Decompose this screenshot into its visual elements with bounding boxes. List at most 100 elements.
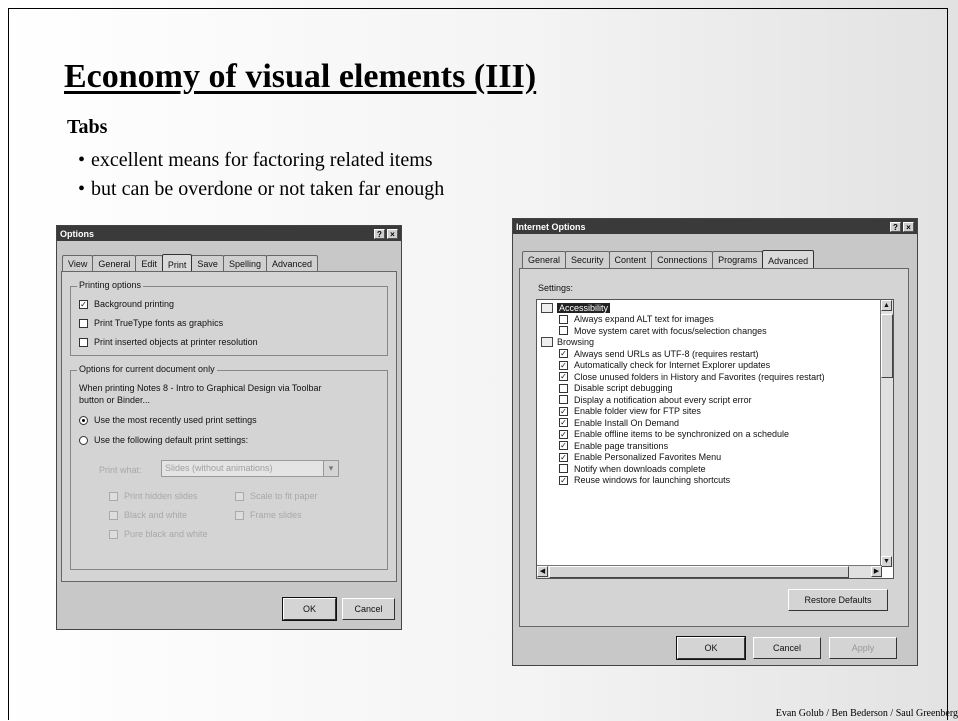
- settings-option[interactable]: Display a notification about every scrip…: [559, 394, 752, 406]
- scroll-left-icon[interactable]: ◀: [537, 566, 548, 577]
- settings-option[interactable]: ✓ Enable Install On Demand: [559, 417, 679, 429]
- print-what-label: Print what:: [99, 465, 142, 475]
- checkbox-disabled[interactable]: [109, 491, 118, 501]
- restore-defaults-button[interactable]: Restore Defaults: [788, 589, 888, 611]
- frame-slides-checkbox[interactable]: Frame slides: [235, 510, 302, 520]
- option-label: Display a notification about every scrip…: [574, 394, 752, 405]
- pure-black-white-checkbox[interactable]: Pure black and white: [109, 529, 208, 539]
- tab-view[interactable]: View: [62, 255, 94, 272]
- help-button[interactable]: ?: [890, 221, 901, 232]
- settings-option[interactable]: ✓ Enable offline items to be synchronized…: [559, 429, 789, 441]
- scale-to-fit-checkbox[interactable]: Scale to fit paper: [235, 491, 318, 501]
- checkbox[interactable]: [79, 318, 88, 328]
- close-button[interactable]: ×: [903, 221, 914, 232]
- folder-icon: [541, 302, 553, 313]
- tab-advanced[interactable]: Advanced: [265, 255, 318, 272]
- settings-option[interactable]: ✓ Enable Personalized Favorites Menu: [559, 452, 721, 464]
- option-label: Automatically check for Internet Explore…: [574, 360, 771, 371]
- options-tab-strip: View General Edit Print Save Spelling Ad…: [57, 253, 322, 273]
- settings-category[interactable]: Accessibility: [541, 302, 611, 314]
- checkbox-checked[interactable]: ✓: [559, 475, 568, 485]
- settings-option[interactable]: ✓ Automatically check for Internet Explor…: [559, 360, 770, 372]
- checkbox[interactable]: [79, 337, 88, 347]
- ok-button[interactable]: OK: [676, 636, 746, 660]
- settings-option[interactable]: ✓ Reuse windows for launching shortcuts: [559, 475, 730, 487]
- tab-general[interactable]: General: [522, 251, 567, 268]
- scroll-down-icon[interactable]: ▼: [881, 556, 892, 567]
- close-button[interactable]: ×: [387, 228, 398, 239]
- scroll-right-icon[interactable]: ▶: [871, 566, 882, 577]
- checkbox-disabled[interactable]: [235, 510, 244, 520]
- scroll-up-icon[interactable]: ▲: [881, 300, 892, 311]
- checkbox[interactable]: [559, 383, 568, 393]
- ok-button[interactable]: OK: [282, 597, 337, 621]
- option-label: Enable Personalized Favorites Menu: [574, 452, 722, 463]
- tab-programs[interactable]: Programs: [712, 251, 764, 268]
- checkbox-checked[interactable]: ✓: [559, 418, 568, 428]
- black-and-white-checkbox[interactable]: Black and white: [109, 510, 187, 520]
- help-button[interactable]: ?: [374, 228, 385, 239]
- checkbox-checked[interactable]: ✓: [559, 452, 568, 462]
- scroll-thumb-horizontal[interactable]: [549, 566, 849, 578]
- radio[interactable]: [79, 435, 88, 445]
- tab-advanced[interactable]: Advanced: [762, 250, 815, 269]
- checkbox-disabled[interactable]: [109, 510, 118, 520]
- settings-option[interactable]: Always expand ALT text for images: [559, 314, 714, 326]
- tab-save[interactable]: Save: [191, 255, 224, 272]
- cancel-button[interactable]: Cancel: [342, 598, 395, 620]
- checkbox-checked[interactable]: ✓: [559, 372, 568, 382]
- tab-spelling[interactable]: Spelling: [222, 255, 267, 272]
- bullet-item: but can be overdone or not taken far eno…: [78, 175, 444, 204]
- option-label: Enable Install On Demand: [574, 417, 680, 428]
- settings-option[interactable]: Move system caret with focus/selection c…: [559, 325, 767, 337]
- cancel-button[interactable]: Cancel: [753, 637, 821, 659]
- checkbox-checked[interactable]: ✓: [559, 406, 568, 416]
- checkbox-disabled[interactable]: [235, 491, 244, 501]
- checkbox[interactable]: [559, 314, 568, 324]
- checkbox-label: Black and white: [124, 510, 188, 520]
- checkbox-checked[interactable]: ✓: [559, 429, 568, 439]
- settings-option[interactable]: ✓ Enable page transitions: [559, 440, 668, 452]
- default-settings-radio[interactable]: Use the following default print settings…: [79, 435, 248, 445]
- settings-option[interactable]: ✓ Close unused folders in History and Fav…: [559, 371, 825, 383]
- apply-button[interactable]: Apply: [829, 637, 897, 659]
- checkbox-checked[interactable]: ✓: [79, 299, 88, 309]
- settings-option[interactable]: Disable script debugging: [559, 383, 673, 395]
- settings-option[interactable]: ✓ Enable folder view for FTP sites: [559, 406, 701, 418]
- radio-label: Use the most recently used print setting…: [94, 415, 257, 425]
- vertical-scrollbar[interactable]: ▲ ▼: [880, 300, 893, 567]
- tab-content[interactable]: Content: [608, 251, 653, 268]
- print-inserted-objects-checkbox[interactable]: Print inserted objects at printer resolu…: [79, 337, 258, 347]
- settings-category[interactable]: Browsing: [541, 337, 594, 349]
- internet-options-titlebar: Internet Options ? ×: [513, 219, 917, 234]
- background-printing-checkbox[interactable]: ✓ Background printing: [79, 299, 174, 309]
- slide-credit: Evan Golub / Ben Bederson / Saul Greenbe…: [775, 708, 958, 719]
- options-dialog: Options ? × View General Edit Print Save…: [56, 225, 402, 630]
- options-dialog-title: Options: [60, 228, 94, 239]
- tab-edit[interactable]: Edit: [135, 255, 163, 272]
- scroll-thumb[interactable]: [881, 314, 893, 378]
- tab-security[interactable]: Security: [565, 251, 610, 268]
- options-titlebar: Options ? ×: [57, 226, 401, 241]
- checkbox-label: Pure black and white: [124, 529, 208, 539]
- checkbox-checked[interactable]: ✓: [559, 360, 568, 370]
- print-truetype-checkbox[interactable]: Print TrueType fonts as graphics: [79, 318, 223, 328]
- tab-general[interactable]: General: [92, 255, 137, 272]
- checkbox-checked[interactable]: ✓: [559, 349, 568, 359]
- settings-option[interactable]: ✓ Always send URLs as UTF-8 (requires res…: [559, 348, 759, 360]
- checkbox[interactable]: [559, 395, 568, 405]
- horizontal-scrollbar[interactable]: ◀ ▶: [537, 565, 882, 578]
- most-recent-settings-radio[interactable]: Use the most recently used print setting…: [79, 415, 257, 425]
- settings-option[interactable]: Notify when downloads complete: [559, 463, 706, 475]
- checkbox[interactable]: [559, 326, 568, 336]
- checkbox-disabled[interactable]: [109, 529, 118, 539]
- settings-list[interactable]: ✓ Reuse windows for launching shortcuts No…: [536, 299, 894, 579]
- print-what-select[interactable]: Slides (without animations) ▾: [161, 460, 339, 477]
- print-hidden-slides-checkbox[interactable]: Print hidden slides: [109, 491, 198, 501]
- slide-subhead: Tabs: [67, 116, 108, 138]
- checkbox[interactable]: [559, 464, 568, 474]
- checkbox-checked[interactable]: ✓: [559, 441, 568, 451]
- radio-selected[interactable]: [79, 415, 88, 425]
- chevron-down-icon[interactable]: ▾: [323, 461, 338, 476]
- tab-connections[interactable]: Connections: [651, 251, 714, 268]
